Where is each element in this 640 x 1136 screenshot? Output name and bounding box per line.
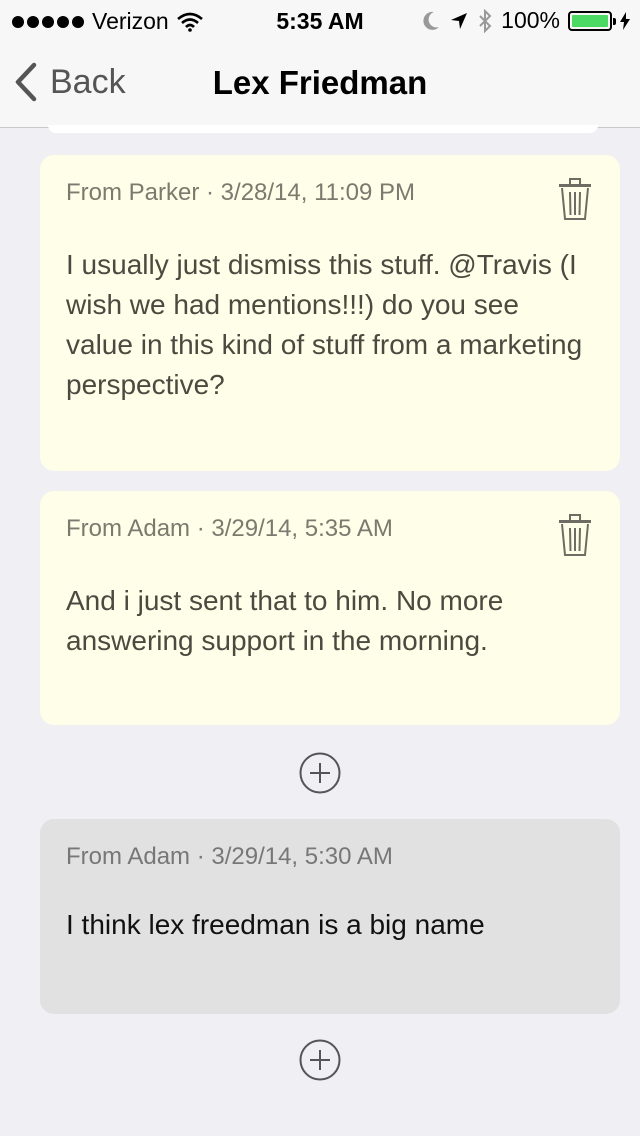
moon-icon	[423, 11, 440, 30]
trash-icon[interactable]	[558, 513, 592, 557]
note-card[interactable]: From Adam · 3/29/14, 5:35 AM And i just …	[40, 491, 620, 725]
note-meta: From Adam · 3/29/14, 5:35 AM	[66, 515, 393, 542]
add-note-button[interactable]	[299, 752, 341, 794]
battery-icon	[568, 10, 616, 31]
battery-percent: 100%	[501, 7, 560, 33]
note-card[interactable]: From Parker · 3/28/14, 11:09 PM I usuall…	[40, 155, 620, 471]
note-card[interactable]: From Adam · 3/29/14, 5:30 AM I think lex…	[40, 819, 620, 1014]
status-bar: Verizon 5:35 AM 100%	[0, 0, 640, 40]
note-body: I usually just dismiss this stuff. @Trav…	[66, 249, 583, 400]
note-meta: From Parker · 3/28/14, 11:09 PM	[66, 179, 416, 206]
navigation-bar: Back Lex Friedman	[0, 40, 640, 128]
add-note-button[interactable]	[299, 1039, 341, 1081]
notes-list[interactable]: From Parker · 3/28/14, 11:09 PM I usuall…	[0, 125, 640, 1136]
charging-bolt-icon	[620, 11, 630, 30]
bluetooth-icon	[479, 8, 492, 33]
trash-icon[interactable]	[558, 177, 592, 221]
note-body: And i just sent that to him. No more ans…	[66, 585, 504, 656]
previous-note-edge	[48, 125, 598, 133]
note-body: I think lex freedman is a big name	[66, 909, 485, 940]
page-title: Lex Friedman	[212, 64, 428, 101]
note-meta: From Adam · 3/29/14, 5:30 AM	[66, 843, 393, 870]
location-icon	[451, 12, 468, 29]
